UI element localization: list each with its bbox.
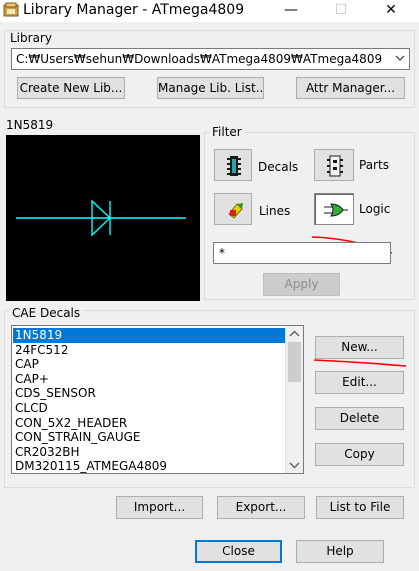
list-item-selected[interactable]: 1N5819 (13, 328, 285, 343)
decals-label: Decals (258, 160, 299, 174)
diode-symbol-icon (16, 199, 186, 237)
scroll-up-icon[interactable] (286, 326, 303, 342)
logic-filter-button[interactable] (314, 193, 354, 225)
minimize-button[interactable]: — (268, 0, 314, 22)
scroll-thumb[interactable] (288, 342, 301, 382)
close-window-button[interactable]: ✕ (368, 0, 414, 22)
close-button[interactable]: Close (195, 540, 282, 563)
title-bar: Library Manager - ATmega4809 — ☐ ✕ (0, 0, 419, 22)
lines-icon (228, 203, 243, 219)
cae-decals-list[interactable]: 1N5819 24FC512 CAP CAP+ CDS_SENSOR CLCD … (11, 325, 304, 474)
list-item[interactable]: CON_STRAIN_GAUGE (13, 430, 285, 445)
logic-gate-icon (324, 203, 348, 217)
decal-preview (6, 135, 200, 301)
filter-input-value: * (219, 246, 225, 260)
help-button[interactable]: Help (296, 540, 384, 563)
lines-label: Lines (259, 204, 291, 218)
library-group-label: Library (10, 31, 52, 45)
chevron-down-icon (394, 51, 406, 68)
export-button[interactable]: Export... (217, 496, 305, 519)
lines-filter-button[interactable] (214, 193, 252, 225)
list-scrollbar[interactable] (285, 326, 303, 473)
manage-lib-list-button[interactable]: Manage Lib. List... (157, 77, 264, 99)
list-item[interactable]: CAP+ (13, 372, 285, 387)
decals-icon (227, 156, 241, 176)
library-path-value: C:₩Users₩sehun₩Downloads₩ATmega4809₩ATme… (16, 52, 383, 66)
logic-label: Logic (359, 202, 391, 216)
list-item[interactable]: 24FC512 (13, 343, 285, 358)
list-item[interactable]: CON_5X2_HEADER (13, 416, 285, 431)
decals-filter-button[interactable] (214, 149, 252, 181)
parts-filter-button[interactable] (314, 149, 354, 181)
list-item[interactable]: CR2032BH (13, 445, 285, 460)
parts-label: Parts (359, 158, 389, 172)
list-item[interactable]: CAP (13, 357, 285, 372)
edit-decal-button[interactable]: Edit... (315, 371, 404, 394)
filter-text-input[interactable]: * (213, 242, 391, 264)
delete-decal-button[interactable]: Delete (315, 407, 404, 430)
attr-manager-button[interactable]: Attr Manager... (296, 77, 405, 99)
window-title: Library Manager - ATmega4809 (23, 2, 245, 18)
cae-decals-group-label: CAE Decals (10, 306, 83, 320)
library-path-select[interactable]: C:₩Users₩sehun₩Downloads₩ATmega4809₩ATme… (11, 48, 410, 70)
red-underline-annotation (313, 359, 407, 367)
scroll-down-icon[interactable] (286, 457, 303, 473)
list-to-file-button[interactable]: List to File (316, 496, 404, 519)
maximize-button[interactable]: ☐ (318, 0, 364, 22)
filter-group-label: Filter (210, 125, 244, 139)
list-item[interactable]: CDS_SENSOR (13, 386, 285, 401)
parts-icon (327, 155, 343, 177)
copy-decal-button[interactable]: Copy (315, 443, 404, 466)
list-item[interactable]: DM320115_ATMEGA4809 (13, 459, 285, 473)
list-item[interactable]: CLCD (13, 401, 285, 416)
app-icon (3, 2, 19, 18)
apply-button[interactable]: Apply (263, 273, 340, 296)
create-new-lib-button[interactable]: Create New Lib... (17, 77, 125, 99)
import-button[interactable]: Import... (116, 496, 203, 519)
preview-part-name: 1N5819 (6, 118, 54, 132)
